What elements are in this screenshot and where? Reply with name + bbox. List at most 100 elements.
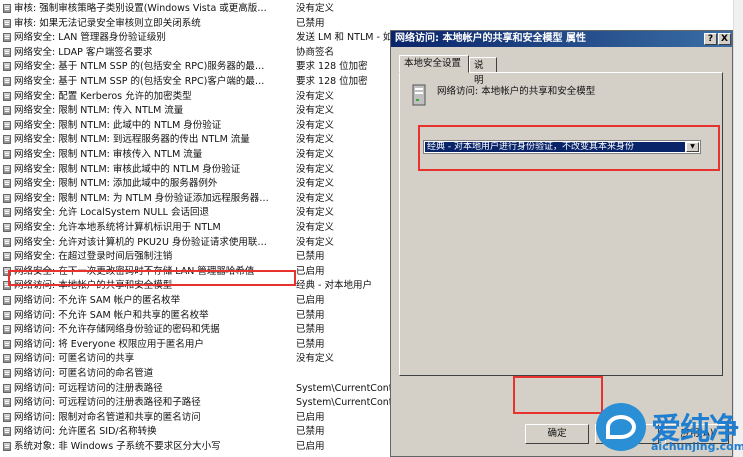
policy-name: 网络访问: 可远程访问的注册表路径和子路径 bbox=[14, 397, 201, 409]
policy-setting: System\CurrentContr bbox=[296, 382, 390, 394]
logo-icon bbox=[596, 403, 646, 451]
policy-icon bbox=[3, 427, 11, 437]
policy-setting: 没有定义 bbox=[296, 192, 335, 204]
policy-name: 网络安全: 在超过登录时间后强制注销 bbox=[14, 251, 173, 263]
policy-icon bbox=[3, 310, 11, 320]
policy-name: 网络访问: 不允许 SAM 帐户和共享的匿名枚举 bbox=[14, 309, 209, 321]
table-row[interactable]: 网络安全: 基于 NTLM SSP 的(包括安全 RPC)客户端的最… 要求 12… bbox=[0, 75, 390, 88]
server-icon bbox=[412, 84, 426, 106]
policy-setting: 没有定义 bbox=[296, 207, 335, 219]
table-row[interactable]: 网络访问: 可远程访问的注册表路径和子路径 System\CurrentContr bbox=[0, 396, 390, 409]
table-row[interactable]: 网络访问: 不允许存储网络身份验证的密码和凭据 已禁用 bbox=[0, 323, 390, 336]
table-row[interactable]: 网络访问: 可匿名访问的共享 没有定义 bbox=[0, 352, 390, 365]
policy-icon bbox=[3, 179, 11, 189]
help-button[interactable]: ? bbox=[704, 33, 717, 45]
policy-icon bbox=[3, 4, 11, 13]
table-row[interactable]: 审核: 强制审核策略子类别设置(Windows Vista 或更高版… 没有定义 bbox=[0, 2, 390, 15]
policy-setting: 发送 LM 和 NTLM - 如 bbox=[296, 32, 390, 44]
policy-setting: 已启用 bbox=[296, 265, 325, 277]
table-row[interactable]: 网络访问: 将 Everyone 权限应用于匿名用户 已禁用 bbox=[0, 338, 390, 351]
table-row[interactable]: 网络安全: 基于 NTLM SSP 的(包括安全 RPC)服务器的最… 要求 12… bbox=[0, 60, 390, 73]
dialog-title: 网络访问: 本地帐户的共享和安全模型 属性 bbox=[395, 33, 586, 44]
ok-button[interactable]: 确定 bbox=[525, 424, 589, 444]
tab-explain[interactable]: 说明 bbox=[469, 57, 497, 86]
policy-name: 网络安全: 限制 NTLM: 添加此域中的服务器例外 bbox=[14, 178, 218, 190]
policy-name: 网络安全: 限制 NTLM: 为 NTLM 身份验证添加远程服务器… bbox=[14, 192, 269, 204]
tab-panel bbox=[399, 72, 723, 376]
table-row[interactable]: 系统对象: 非 Windows 子系统不要求区分大小写 已启用 bbox=[0, 440, 390, 453]
policy-icon bbox=[3, 296, 11, 305]
table-row[interactable]: 网络安全: LDAP 客户端签名要求 协商签名 bbox=[0, 46, 390, 59]
table-row[interactable]: 网络安全: 限制 NTLM: 添加此域中的服务器例外 没有定义 bbox=[0, 177, 390, 190]
policy-icon bbox=[3, 354, 11, 364]
policy-icon bbox=[3, 223, 11, 232]
table-row[interactable]: 审核: 如果无法记录安全审核则立即关闭系统 已禁用 bbox=[0, 17, 390, 30]
table-row[interactable]: 网络访问: 允许匿名 SID/名称转换 已禁用 bbox=[0, 425, 390, 438]
table-row[interactable]: 网络安全: 限制 NTLM: 此域中的 NTLM 身份验证 没有定义 bbox=[0, 119, 390, 132]
policy-icon bbox=[3, 77, 11, 86]
table-row[interactable]: 网络安全: 限制 NTLM: 到远程服务器的传出 NTLM 流量 没有定义 bbox=[0, 133, 390, 146]
policy-setting: 要求 128 位加密 bbox=[296, 61, 368, 73]
table-row[interactable]: 网络安全: 允许本地系统将计算机标识用于 NTLM 没有定义 bbox=[0, 221, 390, 234]
policy-name: 网络安全: 允许 LocalSystem NULL 会话回退 bbox=[14, 207, 209, 219]
policy-icon bbox=[3, 412, 11, 422]
table-row[interactable]: 网络访问: 不允许 SAM 帐户的匿名枚举 已启用 bbox=[0, 294, 390, 307]
policy-name: 网络安全: 限制 NTLM: 审核此域中的 NTLM 身份验证 bbox=[14, 163, 241, 175]
policy-icon bbox=[3, 150, 11, 159]
policy-name: 网络安全: 限制 NTLM: 此域中的 NTLM 身份验证 bbox=[14, 119, 222, 131]
policy-name: 审核: 强制审核策略子类别设置(Windows Vista 或更高版… bbox=[14, 3, 267, 14]
table-row[interactable]: 网络访问: 可匿名访问的命名管道 bbox=[0, 367, 390, 380]
policy-name: 网络访问: 可匿名访问的命名管道 bbox=[14, 368, 154, 379]
close-button[interactable]: X bbox=[718, 33, 731, 45]
table-row[interactable]: 网络安全: 限制 NTLM: 传入 NTLM 流量 没有定义 bbox=[0, 104, 390, 117]
policy-icon bbox=[3, 164, 11, 174]
policy-setting: System\CurrentContr bbox=[296, 397, 390, 409]
policy-setting: 没有定义 bbox=[296, 236, 335, 248]
policy-name: 网络安全: 允许本地系统将计算机标识用于 NTLM bbox=[14, 222, 221, 233]
tab-local-security-setting[interactable]: 本地安全设置 bbox=[399, 55, 469, 73]
policy-setting: 没有定义 bbox=[296, 222, 335, 233]
policy-setting: 已禁用 bbox=[296, 338, 325, 350]
policy-name: 网络访问: 将 Everyone 权限应用于匿名用户 bbox=[14, 338, 204, 350]
table-row[interactable]: 网络安全: 限制 NTLM: 审核传入 NTLM 流量 没有定义 bbox=[0, 148, 390, 161]
policy-name: 系统对象: 非 Windows 子系统不要求区分大小写 bbox=[14, 441, 221, 452]
policy-setting: 已禁用 bbox=[296, 324, 325, 336]
table-row[interactable]: 网络安全: 限制 NTLM: 为 NTLM 身份验证添加远程服务器… 没有定义 bbox=[0, 192, 390, 205]
policy-icon bbox=[3, 106, 11, 116]
policy-icon bbox=[3, 442, 11, 451]
policy-name: 审核: 如果无法记录安全审核则立即关闭系统 bbox=[14, 17, 201, 29]
table-row[interactable]: 网络安全: LAN 管理器身份验证级别 发送 LM 和 NTLM - 如 bbox=[0, 31, 390, 44]
table-row[interactable]: 网络访问: 不允许 SAM 帐户和共享的匿名枚举 已禁用 bbox=[0, 309, 390, 322]
table-row[interactable]: 网络安全: 限制 NTLM: 审核此域中的 NTLM 身份验证 没有定义 bbox=[0, 163, 390, 176]
policy-icon bbox=[3, 120, 11, 130]
table-row[interactable]: 网络安全: 配置 Kerberos 允许的加密类型 没有定义 bbox=[0, 90, 390, 103]
policy-setting: 已禁用 bbox=[296, 309, 325, 321]
scrollbar[interactable] bbox=[733, 0, 743, 457]
combo-highlight bbox=[418, 125, 720, 171]
policy-setting: 已启用 bbox=[296, 411, 325, 423]
policy-icon bbox=[3, 193, 11, 203]
policy-setting: 没有定义 bbox=[296, 119, 335, 131]
policy-setting: 已启用 bbox=[296, 295, 325, 306]
table-row[interactable]: 网络访问: 可远程访问的注册表路径 System\CurrentContr bbox=[0, 382, 390, 395]
table-row[interactable]: 网络安全: 允许对该计算机的 PKU2U 身份验证请求使用联… 没有定义 bbox=[0, 236, 390, 249]
policy-icon bbox=[3, 62, 11, 72]
policy-name: 网络访问: 限制对命名管道和共享的匿名访问 bbox=[14, 411, 201, 423]
policy-setting: 已禁用 bbox=[296, 251, 325, 263]
table-row[interactable]: 网络安全: 在超过登录时间后强制注销 已禁用 bbox=[0, 250, 390, 263]
policy-name: 网络访问: 可远程访问的注册表路径 bbox=[14, 382, 163, 394]
policy-list: 审核: 强制审核策略子类别设置(Windows Vista 或更高版… 没有定义审… bbox=[0, 0, 390, 457]
watermark-url: aichunjing.com bbox=[651, 440, 743, 453]
policy-setting: 没有定义 bbox=[296, 3, 335, 14]
policy-icon bbox=[3, 339, 11, 349]
policy-icon bbox=[3, 47, 11, 57]
policy-name: 网络访问: 可匿名访问的共享 bbox=[14, 353, 135, 365]
table-row[interactable]: 网络安全: 允许 LocalSystem NULL 会话回退 没有定义 bbox=[0, 206, 390, 219]
policy-icon bbox=[3, 91, 11, 101]
table-row[interactable]: 网络访问: 限制对命名管道和共享的匿名访问 已启用 bbox=[0, 411, 390, 424]
policy-name: 网络访问: 不允许 SAM 帐户的匿名枚举 bbox=[14, 295, 181, 306]
policy-name: 网络访问: 允许匿名 SID/名称转换 bbox=[14, 426, 157, 438]
ok-highlight bbox=[513, 376, 603, 414]
policy-icon bbox=[3, 237, 11, 247]
dialog-titlebar[interactable]: 网络访问: 本地帐户的共享和安全模型 属性 bbox=[391, 31, 732, 47]
